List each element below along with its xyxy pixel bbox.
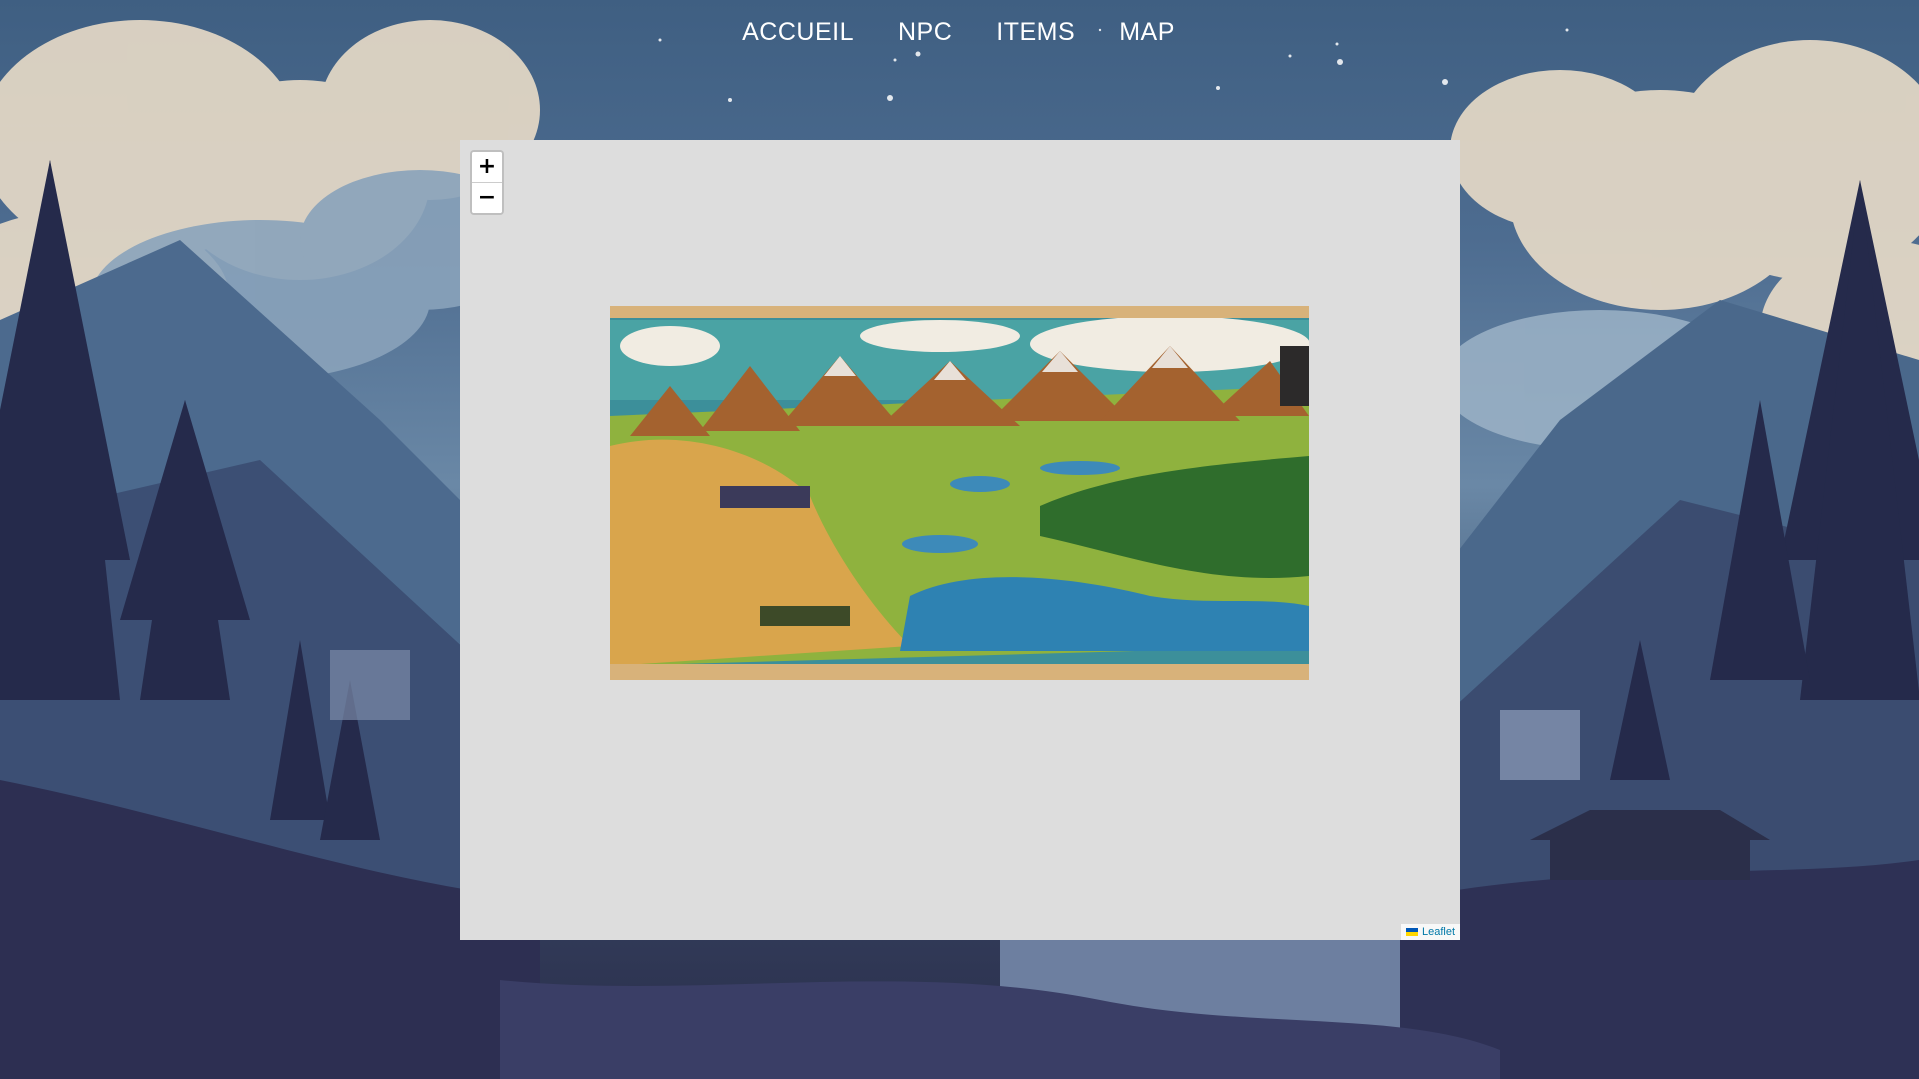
- nav-item-accueil[interactable]: ACCUEIL: [742, 18, 854, 47]
- ukraine-flag-icon: [1405, 928, 1418, 936]
- map-viewport[interactable]: + − Leaflet: [460, 140, 1460, 940]
- zoom-control: + −: [470, 150, 504, 215]
- nav-item-npc[interactable]: NPC: [898, 18, 952, 47]
- map-attribution: Leaflet: [1400, 924, 1460, 940]
- zoom-in-button[interactable]: +: [472, 152, 502, 182]
- nav-item-items[interactable]: ITEMS: [996, 18, 1075, 47]
- fantasy-map-image[interactable]: [610, 306, 1309, 680]
- zoom-out-button[interactable]: −: [472, 182, 502, 213]
- nav-item-map[interactable]: MAP: [1119, 18, 1175, 47]
- leaflet-link[interactable]: Leaflet: [1422, 926, 1455, 938]
- main-nav: ACCUEIL NPC ITEMS MAP: [0, 18, 1919, 47]
